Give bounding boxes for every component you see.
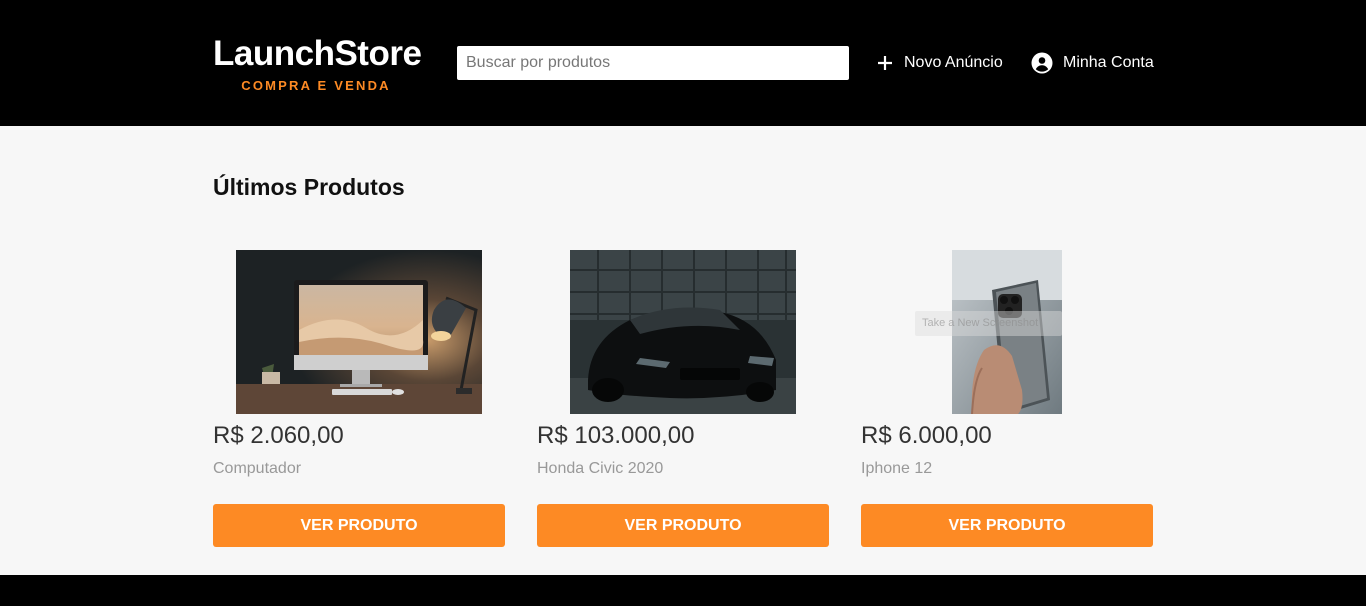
new-ad-label: Novo Anúncio (904, 54, 1003, 71)
site-header: LaunchStore COMPRA E VENDA Novo Anúncio … (0, 0, 1366, 126)
product-card: R$ 6.000,00 Iphone 12 VER PRODUTO (861, 250, 1153, 547)
logo-subtitle: COMPRA E VENDA (241, 78, 391, 93)
logo[interactable]: LaunchStore COMPRA E VENDA (213, 34, 422, 94)
product-price: R$ 103.000,00 (537, 422, 695, 449)
search-input[interactable] (457, 46, 849, 80)
product-price: R$ 2.060,00 (213, 422, 344, 449)
screenshot-tooltip: Take a New Screenshot (915, 311, 1062, 336)
product-price: R$ 6.000,00 (861, 422, 992, 449)
product-image-car[interactable] (537, 250, 829, 414)
product-name: Honda Civic 2020 (537, 460, 664, 477)
site-footer (0, 575, 1366, 606)
plus-icon (876, 54, 904, 72)
product-card: R$ 2.060,00 Computador VER PRODUTO (213, 250, 505, 547)
new-ad-link[interactable]: Novo Anúncio (876, 50, 1003, 76)
view-product-button[interactable]: VER PRODUTO (213, 504, 505, 547)
product-image-computer[interactable] (213, 250, 505, 414)
account-link[interactable]: Minha Conta (1031, 50, 1154, 76)
logo-title: LaunchStore (213, 34, 422, 73)
product-name: Iphone 12 (861, 460, 933, 477)
view-product-button[interactable]: VER PRODUTO (861, 504, 1153, 547)
account-label: Minha Conta (1063, 54, 1154, 71)
user-circle-icon (1031, 52, 1063, 74)
view-product-button[interactable]: VER PRODUTO (537, 504, 829, 547)
product-card: R$ 103.000,00 Honda Civic 2020 VER PRODU… (537, 250, 829, 547)
product-name: Computador (213, 460, 302, 477)
section-title: Últimos Produtos (213, 174, 405, 200)
